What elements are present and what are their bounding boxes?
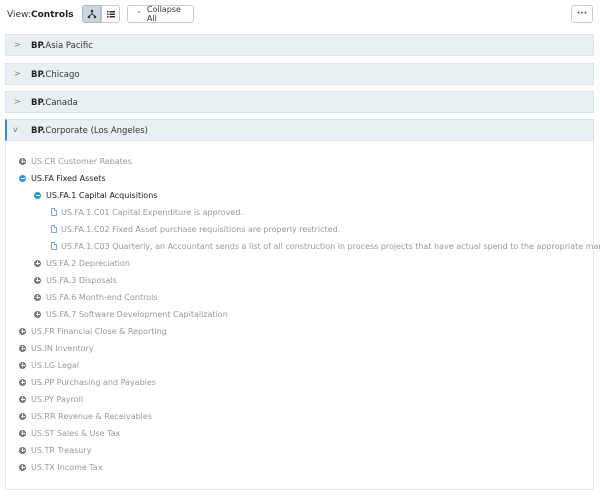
tree-item[interactable]: US.FA Fixed Assets: [19, 171, 106, 185]
collapse-icon[interactable]: [34, 191, 41, 199]
group-label: BP.Corporate (Los Angeles): [31, 126, 148, 136]
tree-item-label: US.FA.7 Software Development Capitalizat…: [46, 309, 228, 319]
tree-item-label: US.PY Payroll: [31, 394, 84, 404]
tree-item[interactable]: US.FA.1 Capital Acquisitions: [34, 188, 157, 202]
chevron-down-icon[interactable]: ⌄: [66, 10, 72, 18]
tree-item[interactable]: US.FA.6 Month-end Controls: [34, 290, 158, 304]
expand-icon[interactable]: [34, 293, 41, 301]
expand-icon[interactable]: [19, 446, 26, 454]
tree-item[interactable]: US.RR Revenue & Receivables: [19, 409, 152, 423]
group-asia-pacific[interactable]: > BP.Asia Pacific: [5, 34, 594, 56]
tree-item-label: US.CR Customer Rebates: [31, 156, 132, 166]
expand-icon[interactable]: [19, 157, 26, 165]
tree-item-label: US.LG Legal: [31, 360, 80, 370]
tree-item-label: US.FA.1 Capital Acquisitions: [46, 190, 158, 200]
tree-item-label: US.FR Financial Close & Reporting: [31, 326, 167, 336]
tree-item[interactable]: US.TR Treasury: [19, 443, 91, 457]
tree-item-label: US.ST Sales & Use Tax: [31, 428, 121, 438]
toolbar: View: Controls ⌄ ⌃ Collapse All ···: [0, 0, 600, 30]
control-item-label: US.FA.1.C03 Quarterly, an Accountant sen…: [61, 241, 600, 251]
tree-item-label: US.FA Fixed Assets: [31, 173, 106, 183]
tree-item[interactable]: US.IN Inventory: [19, 341, 94, 355]
tree-item[interactable]: US.FA.3 Disposals: [34, 273, 117, 287]
expand-icon[interactable]: [19, 429, 26, 437]
document-icon: [51, 225, 57, 233]
expand-icon[interactable]: [19, 344, 26, 352]
group-label: BP.Asia Pacific: [31, 41, 93, 51]
expand-icon[interactable]: [34, 276, 41, 284]
tree-item[interactable]: US.PY Payroll: [19, 392, 83, 406]
chevron-right-icon: >: [14, 97, 21, 106]
tree-item[interactable]: US.TX Income Tax: [19, 460, 103, 474]
chevron-right-icon: >: [14, 69, 21, 78]
group-label: BP.Canada: [31, 98, 78, 108]
tree-item[interactable]: US.ST Sales & Use Tax: [19, 426, 120, 440]
group-chicago[interactable]: > BP.Chicago: [5, 63, 594, 85]
tree-item-label: US.IN Inventory: [31, 343, 94, 353]
expand-icon[interactable]: [19, 327, 26, 335]
expand-icon[interactable]: [19, 378, 26, 386]
tree-item-label: US.TX Income Tax: [31, 462, 103, 472]
collapse-all-button[interactable]: ⌃ Collapse All: [127, 5, 194, 23]
tree-item-label: US.PP Purchasing and Payables: [31, 377, 156, 387]
tree-item[interactable]: US.PP Purchasing and Payables: [19, 375, 156, 389]
tree-item-label: US.FA.3 Disposals: [46, 275, 117, 285]
list-icon: [106, 11, 115, 18]
chevron-down-icon: v: [13, 125, 18, 134]
control-item-label: US.FA.1.C01 Capital Expenditure is appro…: [61, 207, 243, 217]
tree-view-button[interactable]: [82, 5, 101, 23]
collapse-icon[interactable]: [19, 174, 26, 182]
tree-item[interactable]: US.FA.2 Depreciation: [34, 256, 130, 270]
control-item[interactable]: US.FA.1.C03 Quarterly, an Accountant sen…: [51, 239, 600, 253]
tree-item-label: US.FA.6 Month-end Controls: [46, 292, 158, 302]
expand-icon[interactable]: [19, 395, 26, 403]
hierarchy-icon: [87, 9, 96, 19]
list-view-button[interactable]: [101, 5, 120, 23]
view-label: View:: [7, 10, 31, 20]
chevron-right-icon: >: [14, 40, 21, 49]
tree-item[interactable]: US.CR Customer Rebates: [19, 154, 132, 168]
tree-item[interactable]: US.LG Legal: [19, 358, 79, 372]
expand-icon[interactable]: [34, 259, 41, 267]
tree-item[interactable]: US.FR Financial Close & Reporting: [19, 324, 167, 338]
control-item-label: US.FA.1.C02 Fixed Asset purchase requisi…: [61, 224, 341, 234]
expand-icon[interactable]: [19, 463, 26, 471]
tree-item[interactable]: US.FA.7 Software Development Capitalizat…: [34, 307, 228, 321]
tree-item-label: US.TR Treasury: [31, 445, 92, 455]
document-icon: [51, 208, 57, 216]
expand-icon[interactable]: [34, 310, 41, 318]
chevron-up-icon: ⌃: [136, 10, 142, 18]
collapse-all-label: Collapse All: [146, 5, 181, 23]
expand-icon[interactable]: [19, 361, 26, 369]
tree-item-label: US.FA.2 Depreciation: [46, 258, 130, 268]
group-corporate-los-angeles[interactable]: v BP.Corporate (Los Angeles): [5, 119, 594, 141]
group-label: BP.Chicago: [31, 70, 80, 80]
control-item[interactable]: US.FA.1.C01 Capital Expenditure is appro…: [51, 205, 243, 219]
control-item[interactable]: US.FA.1.C02 Fixed Asset purchase requisi…: [51, 222, 340, 236]
document-icon: [51, 242, 57, 250]
group-canada[interactable]: > BP.Canada: [5, 91, 594, 113]
more-options-button[interactable]: ···: [571, 5, 593, 23]
expand-icon[interactable]: [19, 412, 26, 420]
tree-item-label: US.RR Revenue & Receivables: [31, 411, 152, 421]
